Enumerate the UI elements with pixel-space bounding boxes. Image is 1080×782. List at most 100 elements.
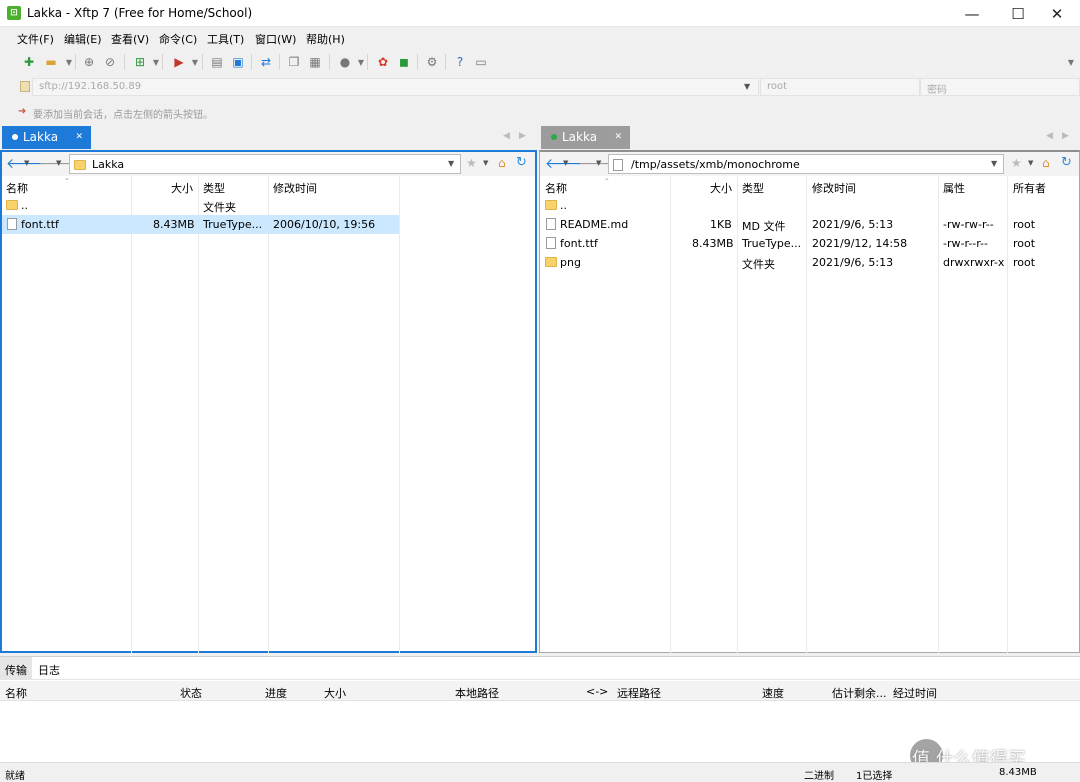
col-progress[interactable]: 进度 <box>265 685 287 701</box>
xshell-icon[interactable]: ✿ <box>374 53 392 71</box>
settings-gear-icon[interactable]: ⚙ <box>423 53 441 71</box>
menu-help[interactable]: 帮助(H) <box>306 31 345 47</box>
col-status[interactable]: 状态 <box>180 685 202 701</box>
close-tab-icon[interactable]: ✕ <box>75 132 83 142</box>
password-input[interactable]: 密码 <box>920 78 1080 96</box>
file-type: MD 文件 <box>742 220 786 233</box>
tab-remote-label: Lakka <box>562 130 598 144</box>
col-name[interactable]: 名称 <box>6 180 28 196</box>
col-name[interactable]: 名称 <box>545 180 567 196</box>
xftp-icon[interactable]: ◼ <box>395 53 413 71</box>
minimize-button[interactable]: — <box>949 0 995 27</box>
menu-command[interactable]: 命令(C) <box>159 31 197 47</box>
col-speed[interactable]: 速度 <box>762 685 784 701</box>
col-remote-path[interactable]: 远程路径 <box>617 685 661 701</box>
remote-path-input[interactable]: /tmp/assets/xmb/monochrome <box>608 154 1004 174</box>
dropdown-arrow-icon[interactable]: ▼ <box>483 159 488 167</box>
open-folder-icon[interactable]: ▬ <box>42 53 60 71</box>
file-name: font.ttf <box>21 218 59 231</box>
refresh-icon[interactable]: ↻ <box>1061 155 1072 170</box>
window-title: Lakka - Xftp 7 (Free for Home/School) <box>27 6 253 20</box>
path-dropdown-icon[interactable]: ▼ <box>991 159 997 168</box>
app-icon: ⊡ <box>7 6 21 20</box>
col-local-path[interactable]: 本地路径 <box>455 685 499 701</box>
col-size[interactable]: 大小 <box>324 685 346 701</box>
favorites-star-icon[interactable]: ★ <box>466 156 477 170</box>
tab-local-label: Lakka <box>23 130 59 144</box>
home-folder-icon[interactable]: ⌂ <box>1042 156 1050 170</box>
refresh-icon[interactable]: ↻ <box>516 155 527 170</box>
bookmark-arrow-icon[interactable]: ➜ <box>18 107 28 117</box>
new-session-icon[interactable]: ✚ <box>20 53 38 71</box>
toolbar-overflow-icon[interactable]: ▼ <box>1062 53 1080 71</box>
table-row[interactable]: .. 文件夹 <box>2 196 535 215</box>
col-owner[interactable]: 所有者 <box>1013 180 1046 196</box>
col-eta[interactable]: 估计剩余... <box>832 685 887 701</box>
tab-next-icon[interactable]: ▶ <box>519 131 526 141</box>
file-modified: 2006/10/10, 19:56 <box>273 218 376 231</box>
col-size[interactable]: 大小 <box>171 180 193 196</box>
file-owner: root <box>1013 237 1036 250</box>
tab-transfer[interactable]: 传输 <box>0 657 32 680</box>
menu-bar: 文件(F) 编辑(E) 查看(V) 命令(C) 工具(T) 窗口(W) 帮助(H… <box>0 27 1080 49</box>
tab-remote-session[interactable]: Lakka ✕ <box>541 126 630 149</box>
file-type: 文件夹 <box>742 258 775 271</box>
transfer-tabs: 传输 日志 <box>0 657 1080 680</box>
dropdown-arrow-icon[interactable]: ▼ <box>596 159 601 167</box>
file-type: TrueType... <box>742 237 802 250</box>
menu-window[interactable]: 窗口(W) <box>255 31 296 47</box>
paste-icon[interactable]: ▦ <box>306 53 324 71</box>
local-path-input[interactable]: Lakka <box>69 154 461 174</box>
dropdown-arrow-icon[interactable]: ▼ <box>563 159 568 167</box>
dropdown-arrow-icon[interactable]: ▼ <box>24 159 29 167</box>
tab-next-icon[interactable]: ▶ <box>1062 131 1069 141</box>
close-button[interactable]: ✕ <box>1034 0 1080 27</box>
table-row[interactable]: README.md 1KB MD 文件 2021/9/6, 5:13 -rw-r… <box>540 215 1079 234</box>
home-folder-icon[interactable]: ⌂ <box>498 156 506 170</box>
help-icon[interactable]: ? <box>451 53 469 71</box>
table-row[interactable]: png 文件夹 2021/9/6, 5:13 drwxrwxr-x root <box>540 253 1079 272</box>
path-dropdown-icon[interactable]: ▼ <box>448 159 454 168</box>
col-modified[interactable]: 修改时间 <box>273 180 317 196</box>
col-attributes[interactable]: 属性 <box>943 180 965 196</box>
col-direction[interactable]: <-> <box>586 685 608 698</box>
dropdown-arrow-icon[interactable]: ▼ <box>56 159 61 167</box>
col-name[interactable]: 名称 <box>5 685 27 701</box>
host-input[interactable]: sftp://192.168.50.89 <box>32 78 759 96</box>
copy-icon[interactable]: ❐ <box>285 53 303 71</box>
disconnect-icon[interactable]: ⊘ <box>101 53 119 71</box>
folder-icon <box>6 200 18 210</box>
transfer-mode[interactable]: 二进制 <box>804 767 834 782</box>
menu-tools[interactable]: 工具(T) <box>207 31 244 47</box>
table-row[interactable]: font.ttf 8.43MB TrueType... 2021/9/12, 1… <box>540 234 1079 253</box>
close-tab-icon[interactable]: ✕ <box>614 132 622 142</box>
menu-view[interactable]: 查看(V) <box>111 31 149 47</box>
chat-icon[interactable]: ▭ <box>472 53 490 71</box>
folder-icon <box>74 160 86 170</box>
col-type[interactable]: 类型 <box>742 180 764 196</box>
menu-edit[interactable]: 编辑(E) <box>64 31 102 47</box>
tab-prev-icon[interactable]: ◀ <box>503 131 510 141</box>
host-dropdown-icon[interactable]: ▼ <box>744 82 750 91</box>
upload-icon[interactable]: ▤ <box>208 53 226 71</box>
col-size[interactable]: 大小 <box>710 180 732 196</box>
tab-log[interactable]: 日志 <box>38 662 60 678</box>
download-icon[interactable]: ▣ <box>229 53 247 71</box>
file-name: README.md <box>560 218 629 231</box>
tab-local-session[interactable]: Lakka ✕ <box>2 126 91 149</box>
table-row-selected[interactable]: font.ttf 8.43MB TrueType... 2006/10/10, … <box>2 215 399 234</box>
tab-prev-icon[interactable]: ◀ <box>1046 131 1053 141</box>
file-name: png <box>560 256 581 269</box>
menu-file[interactable]: 文件(F) <box>17 31 54 47</box>
favorites-star-icon[interactable]: ★ <box>1011 156 1022 170</box>
dropdown-arrow-icon[interactable]: ▼ <box>1028 159 1033 167</box>
username-input[interactable]: root <box>760 78 920 96</box>
connect-icon[interactable]: ⊕ <box>80 53 98 71</box>
sync-icon[interactable]: ⇄ <box>257 53 275 71</box>
col-modified[interactable]: 修改时间 <box>812 180 856 196</box>
lock-icon <box>20 81 30 92</box>
table-row[interactable]: .. <box>540 196 1079 215</box>
col-elapsed[interactable]: 经过时间 <box>893 685 937 701</box>
col-type[interactable]: 类型 <box>203 180 225 196</box>
toolbar: ✚ ▬ ▼ ⊕ ⊘ ⊞ ▼ ▶ ▼ ▤ ▣ ⇄ ❐ ▦ ● ▼ ✿ ◼ ⚙ ? … <box>0 49 1080 75</box>
